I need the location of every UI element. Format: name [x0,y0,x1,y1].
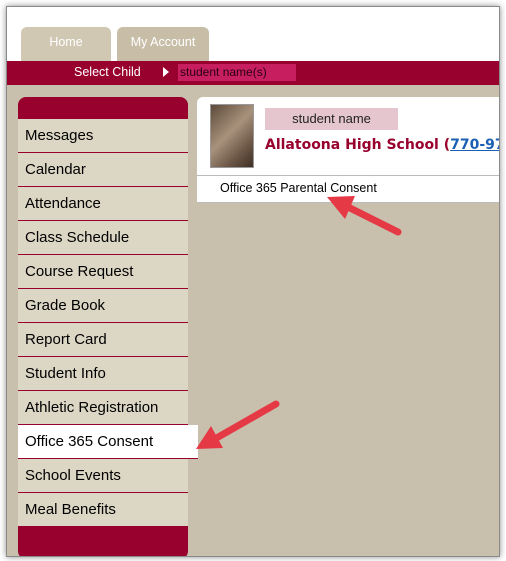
app-window: Home My Account Select Child student nam… [6,6,500,557]
sidebar-item-grade-book[interactable]: Grade Book [18,289,188,323]
triangle-right-icon[interactable] [163,67,169,77]
sidebar-item-student-info[interactable]: Student Info [18,357,188,391]
sidebar-item-school-events[interactable]: School Events [18,459,188,493]
sidebar-item-class-schedule[interactable]: Class Schedule [18,221,188,255]
student-card: student name Allatoona High School (770-… [197,97,499,203]
tab-home[interactable]: Home [21,27,111,61]
sidebar-item-messages[interactable]: Messages [18,119,188,153]
student-photo [210,104,254,168]
office-365-parental-consent-link[interactable]: Office 365 Parental Consent [197,175,499,203]
sidebar-item-attendance[interactable]: Attendance [18,187,188,221]
sidebar-item-calendar[interactable]: Calendar [18,153,188,187]
student-names-selector[interactable]: student name(s) [178,64,296,81]
sidebar-item-report-card[interactable]: Report Card [18,323,188,357]
sidebar: Messages Calendar Attendance Class Sched… [18,97,198,556]
sidebar-item-meal-benefits[interactable]: Meal Benefits [18,493,188,527]
sidebar-menu: Messages Calendar Attendance Class Sched… [18,119,198,527]
student-name: student name [265,108,398,130]
school-name: Allatoona High School (770-975 [265,137,499,153]
sidebar-item-course-request[interactable]: Course Request [18,255,188,289]
school-label: Allatoona High School ( [265,137,451,153]
select-child-label[interactable]: Select Child [74,65,141,79]
tab-my-account[interactable]: My Account [117,27,209,61]
sidebar-item-office-365-consent[interactable]: Office 365 Consent [18,425,198,459]
school-phone-link[interactable]: 770-975 [450,137,499,153]
select-child-bar: Select Child student name(s) [7,61,499,85]
sidebar-item-athletic-registration[interactable]: Athletic Registration [18,391,188,425]
